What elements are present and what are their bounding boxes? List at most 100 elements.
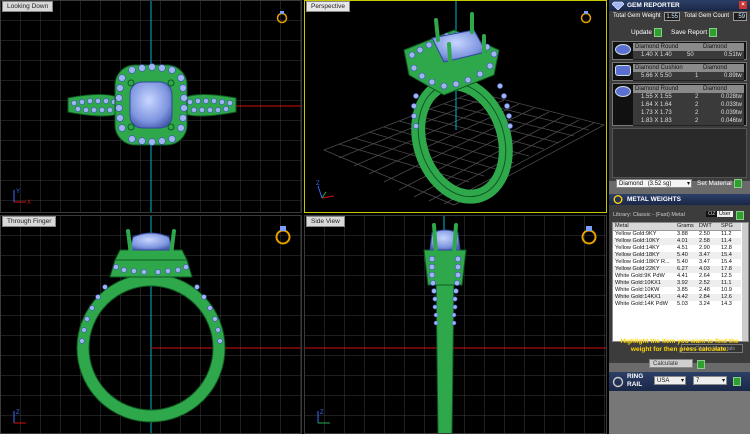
gem-reporter-body: Total Gem Weight 1.55 Total Gem Count 59…	[609, 11, 750, 188]
table-row[interactable]: White Gold:14KX1 4.42 2.84 12.6	[613, 294, 741, 301]
table-row[interactable]: Yellow Gold:18KY R... 5.40 3.47 15.4	[613, 259, 741, 266]
calculate-button[interactable]: Calculate	[649, 359, 693, 368]
table-cell: Yellow Gold:10KY	[613, 238, 675, 245]
panel-empty-area	[609, 391, 750, 434]
table-cell: 2.52	[697, 280, 719, 287]
update-button[interactable]: Update	[631, 28, 662, 37]
ring-icon[interactable]	[579, 10, 593, 24]
through-finger-canvas[interactable]: Z	[0, 215, 302, 434]
table-row[interactable]: Yellow Gold:10KY 4.01 2.58 11.4	[613, 238, 741, 245]
table-cell: 5.03	[675, 301, 697, 308]
table-cell: 12.6	[719, 294, 741, 301]
chevron-down-icon: ▾	[680, 378, 684, 384]
table-cell: Yellow Gold:22KY	[613, 266, 675, 273]
metal-weights-header[interactable]: METAL WEIGHTS	[609, 194, 750, 205]
right-panel: GEM REPORTER × Total Gem Weight 1.55 Tot…	[609, 0, 750, 434]
table-row[interactable]: Yellow Gold:22KY 6.27 4.03 17.8	[613, 266, 741, 273]
set-material-button[interactable]: Set Material	[697, 179, 742, 188]
gem-reporter-header[interactable]: GEM REPORTER ×	[609, 0, 750, 11]
chevron-down-icon: ▾	[686, 181, 690, 187]
viewport-looking-down[interactable]: YX Looking Down	[0, 0, 302, 213]
ring-rail-header[interactable]: RING RAIL USA ▾ 7 ▾	[609, 372, 750, 391]
column-header[interactable]: Metal	[613, 223, 675, 231]
ring-size-select[interactable]: 7 ▾	[693, 376, 727, 385]
viewport-label-through-finger[interactable]: Through Finger	[2, 216, 57, 227]
table-row[interactable]: White Gold:10KX1 3.92 2.52 11.1	[613, 280, 741, 287]
viewport-label-looking-down[interactable]: Looking Down	[2, 1, 54, 12]
chevron-down-icon: ▾	[721, 378, 725, 384]
metal-weights-instruction: Highlight the item you want to find the …	[620, 338, 739, 353]
table-cell: 12.8	[719, 245, 741, 252]
table-cell: 3.24	[697, 301, 719, 308]
table-scrollbar[interactable]	[742, 223, 748, 341]
total-gem-weight-field[interactable]: 1.55	[664, 12, 680, 21]
save-report-button[interactable]: Save Report	[671, 28, 718, 37]
table-cell: 2.50	[697, 230, 719, 238]
round-gem-icon	[615, 44, 631, 55]
table-cell: 3.85	[675, 287, 697, 294]
close-icon[interactable]: ×	[739, 1, 747, 9]
table-cell: 15.4	[719, 252, 741, 259]
viewport-perspective[interactable]: Z Perspective	[304, 0, 607, 213]
column-header[interactable]: SPG	[719, 223, 741, 231]
ring-rail-go-button[interactable]	[733, 377, 741, 386]
metal-weights-table[interactable]: Metal Grams DWT SPG Yellow Gold:9KY 3.88 2…	[612, 222, 749, 342]
svg-text:Z: Z	[16, 410, 20, 416]
table-cell: 3.47	[697, 252, 719, 259]
gem-reporter-title: GEM REPORTER	[627, 2, 680, 9]
table-cell: Yellow Gold:18KY	[613, 252, 675, 259]
table-row[interactable]: White Gold:10KW 3.85 2.48 10.9	[613, 287, 741, 294]
ring-icon[interactable]	[274, 224, 292, 246]
table-cell: 4.51	[675, 245, 697, 252]
table-cell: White Gold:14KX1	[613, 294, 675, 301]
metal-weights-icon	[613, 195, 623, 204]
table-cell: 11.1	[719, 280, 741, 287]
gem-group-row[interactable]: Diamond Cushion Diamond 5.66 X 5.50 1 0.89t…	[612, 62, 747, 81]
total-gem-weight-label: Total Gem Weight	[613, 13, 661, 19]
table-cell: 3.92	[675, 280, 697, 287]
svg-text:Z: Z	[320, 410, 324, 416]
ring-region-select[interactable]: USA ▾	[654, 376, 686, 385]
ring-icon[interactable]	[275, 10, 289, 24]
gem-group-row[interactable]: Diamond Round Diamond 1.40 X 1.40 50 0.51tw	[612, 41, 747, 60]
looking-down-canvas[interactable]: YX	[0, 0, 302, 213]
table-row[interactable]: Yellow Gold:14KY 4.51 2.90 12.8	[613, 245, 741, 252]
table-cell: 4.03	[697, 266, 719, 273]
material-select[interactable]: Diamond (3.52 sg) ▾	[616, 179, 692, 188]
table-cell: 2.64	[697, 273, 719, 280]
table-cell: 3.47	[697, 259, 719, 266]
table-row[interactable]: White Gold:14K PdW 5.03 3.24 14.3	[613, 301, 741, 308]
table-cell: 3.88	[675, 230, 697, 238]
calculate-go-button[interactable]	[697, 360, 705, 369]
ring-rail-title: RING RAIL	[627, 373, 644, 388]
perspective-canvas[interactable]: Z	[304, 0, 607, 213]
viewport-side-view[interactable]: Z Side View	[304, 215, 607, 434]
table-cell: 17.8	[719, 266, 741, 273]
library-select[interactable]: User	[717, 211, 733, 217]
table-row[interactable]: White Gold:9K PdW 4.41 2.64 12.5	[613, 273, 741, 280]
round-gem-icon	[615, 86, 631, 97]
column-header[interactable]: DWT	[697, 223, 719, 231]
viewport-through-finger[interactable]: Z Through Finger	[0, 215, 302, 434]
table-row[interactable]: Yellow Gold:18KY 5.40 3.47 15.4	[613, 252, 741, 259]
side-view-canvas[interactable]: Z	[304, 215, 607, 434]
table-cell: White Gold:14K PdW	[613, 301, 675, 308]
table-cell: 6.27	[675, 266, 697, 273]
axis-gizmo: Z	[316, 181, 335, 199]
ring-icon[interactable]	[580, 224, 598, 246]
library-go-button[interactable]	[736, 211, 744, 220]
metal-weights-title: METAL WEIGHTS	[627, 196, 681, 203]
viewport-label-side-view[interactable]: Side View	[306, 216, 345, 227]
unit-toggle[interactable]: OZ	[706, 211, 718, 217]
gem-list-empty-area[interactable]	[612, 128, 747, 178]
table-cell: 15.4	[719, 259, 741, 266]
table-cell: Yellow Gold:9KY	[613, 230, 675, 238]
column-header[interactable]: Grams	[675, 223, 697, 231]
table-row[interactable]: Yellow Gold:9KY 3.88 2.50 11.2	[613, 230, 741, 238]
total-gem-count-label: Total Gem Count	[684, 13, 730, 19]
total-gem-count-field[interactable]: 59	[733, 12, 747, 21]
gem-group-row[interactable]: Diamond Round Diamond 1.55 X 1.55 2 0.028tw…	[612, 83, 747, 126]
svg-text:Z: Z	[316, 181, 320, 187]
viewport-label-perspective[interactable]: Perspective	[306, 1, 350, 12]
svg-text:Y: Y	[16, 189, 20, 195]
